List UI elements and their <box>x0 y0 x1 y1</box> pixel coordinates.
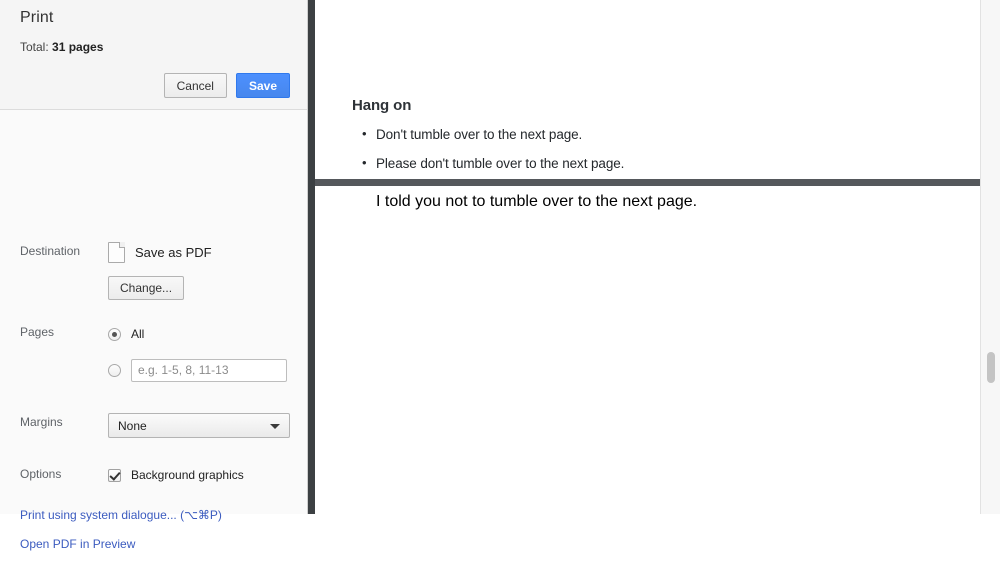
chevron-down-icon <box>270 424 280 429</box>
dialog-action-buttons: Cancel Save <box>164 73 290 98</box>
print-system-dialogue-link[interactable]: Print using system dialogue... (⌥⌘P) <box>20 508 222 522</box>
print-dialog-screen: Print Total: 31 pages Cancel Save Destin… <box>0 0 1000 514</box>
print-dialog-header: Print Total: 31 pages Cancel Save <box>0 0 307 110</box>
margins-select[interactable]: None <box>108 413 290 438</box>
pages-all-radio[interactable] <box>108 328 121 341</box>
background-graphics-checkbox[interactable] <box>108 469 121 482</box>
total-pages-text: Total: 31 pages <box>20 40 103 54</box>
preview-bullet-list-1: Don't tumble over to the next page. Plea… <box>352 128 624 179</box>
setting-row-options: Options Background graphics <box>0 465 307 485</box>
margins-label: Margins <box>20 413 108 429</box>
pages-all-label: All <box>131 327 144 341</box>
pages-range-input[interactable] <box>131 359 287 382</box>
list-item: Don't tumble over to the next page. <box>376 128 624 143</box>
pages-label: Pages <box>20 323 108 339</box>
change-destination-button[interactable]: Change... <box>108 276 184 300</box>
destination-control: Save as PDF Change... <box>108 242 287 300</box>
cancel-button[interactable]: Cancel <box>164 73 227 98</box>
list-item: I told you not to tumble over to the nex… <box>376 193 697 211</box>
options-control: Background graphics <box>108 465 287 485</box>
document-icon <box>108 242 125 263</box>
destination-label: Destination <box>20 242 108 258</box>
background-graphics-label: Background graphics <box>131 468 244 482</box>
preview-heading: Hang on <box>352 97 411 114</box>
background-graphics-option[interactable]: Background graphics <box>108 465 287 485</box>
preview-page-2: I told you not to tumble over to the nex… <box>315 186 980 514</box>
preview-document: Hang on Don't tumble over to the next pa… <box>315 0 980 514</box>
pages-custom-radio[interactable] <box>108 364 121 377</box>
margins-selected-value: None <box>118 419 147 433</box>
preview-bullet-list-2: I told you not to tumble over to the nex… <box>352 193 697 211</box>
destination-current: Save as PDF <box>108 242 287 262</box>
pages-custom-option[interactable] <box>108 359 287 381</box>
print-preview-pane: Hang on Don't tumble over to the next pa… <box>308 0 1000 514</box>
preview-backdrop <box>308 0 315 514</box>
preview-scrollbar-thumb[interactable] <box>987 352 995 383</box>
print-settings-panel: Print Total: 31 pages Cancel Save Destin… <box>0 0 308 514</box>
list-item: Please don't tumble over to the next pag… <box>376 157 624 172</box>
page-title: Print <box>20 9 53 27</box>
pages-all-option[interactable]: All <box>108 323 287 345</box>
total-value: 31 pages <box>52 40 103 54</box>
total-label: Total: <box>20 40 49 54</box>
margins-control: None <box>108 413 290 438</box>
destination-value: Save as PDF <box>135 245 212 260</box>
open-pdf-preview-link[interactable]: Open PDF in Preview <box>20 537 222 551</box>
setting-row-pages: Pages All <box>0 323 307 381</box>
setting-row-destination: Destination Save as PDF Change... <box>0 242 307 300</box>
setting-row-margins: Margins None <box>0 413 307 438</box>
preview-page-1: Hang on Don't tumble over to the next pa… <box>315 0 980 179</box>
preview-scrollbar[interactable] <box>980 0 1000 514</box>
preview-page-break <box>315 179 980 186</box>
options-label: Options <box>20 465 108 481</box>
save-button[interactable]: Save <box>236 73 290 98</box>
pages-control: All <box>108 323 287 381</box>
panel-links: Print using system dialogue... (⌥⌘P) Ope… <box>20 508 222 566</box>
